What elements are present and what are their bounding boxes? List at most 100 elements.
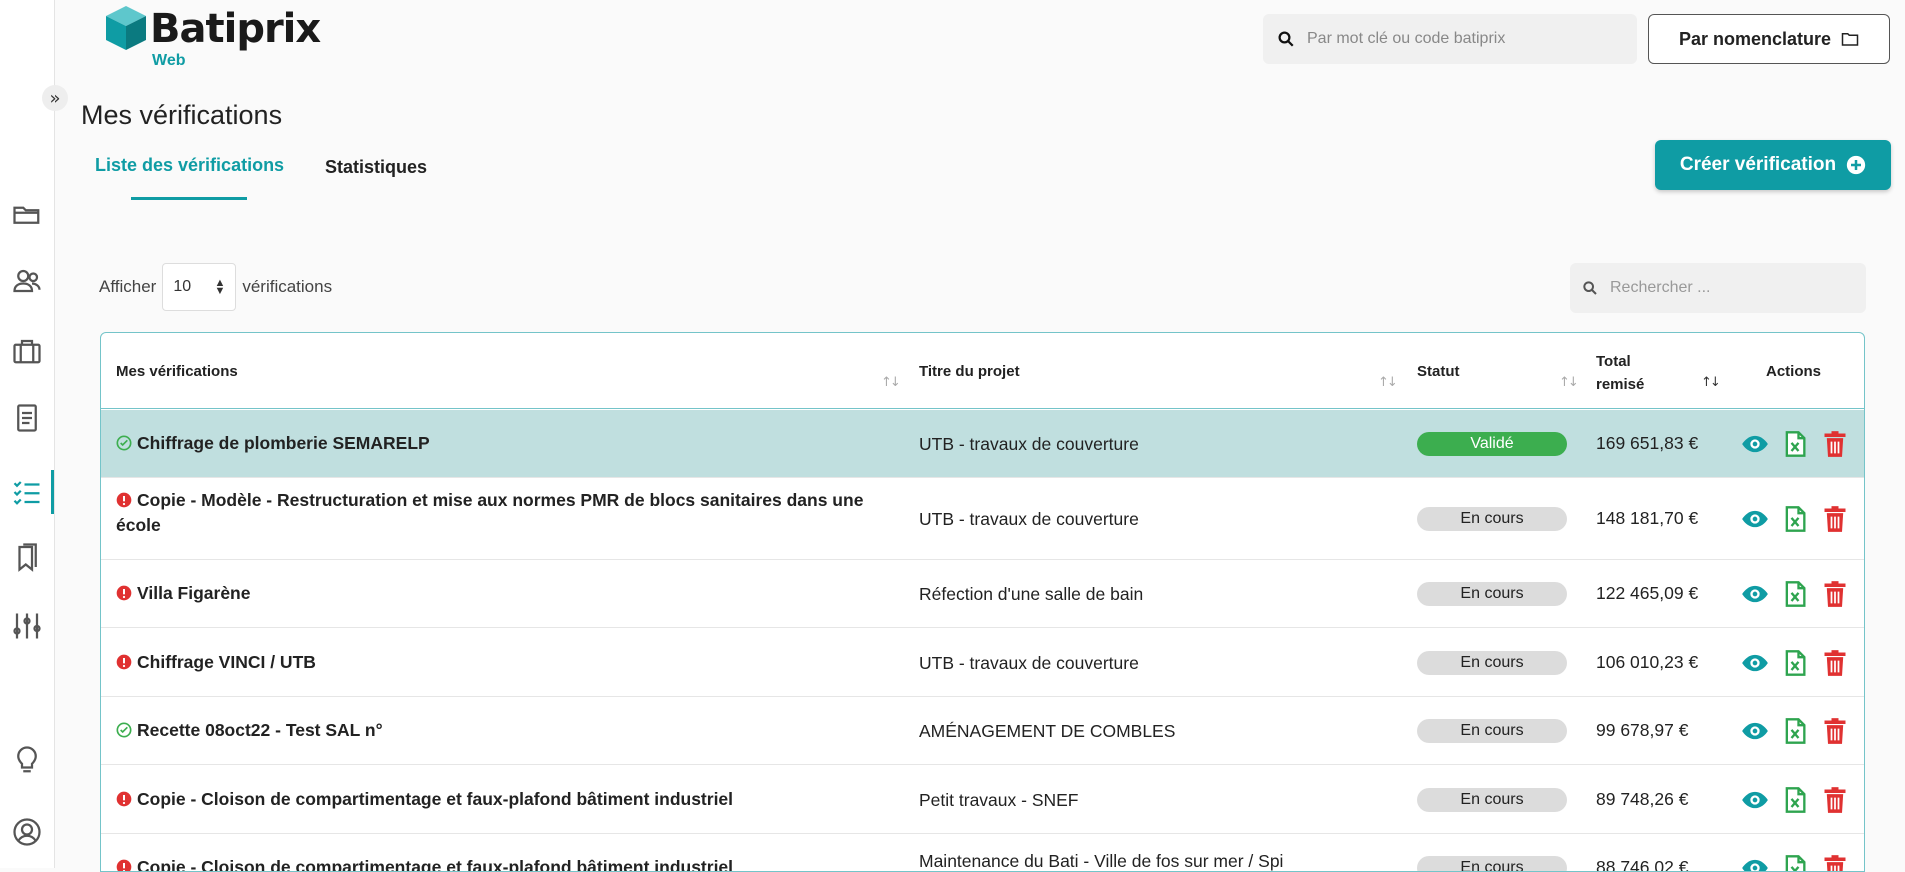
- eye-icon[interactable]: [1741, 649, 1769, 677]
- sort-icon[interactable]: ↑↓: [881, 375, 901, 390]
- checklist-icon[interactable]: [10, 475, 44, 509]
- folder-icon[interactable]: [10, 197, 44, 231]
- column-header-actions: Actions: [1766, 363, 1822, 380]
- excel-export-icon[interactable]: [1781, 580, 1809, 608]
- sort-icon[interactable]: ↑↓: [1378, 375, 1398, 390]
- row-actions: [1741, 786, 1849, 814]
- excel-export-icon[interactable]: [1781, 505, 1809, 533]
- table-row[interactable]: Copie - Modèle - Restructuration et mise…: [101, 478, 1864, 560]
- table-row[interactable]: Chiffrage VINCI / UTB UTB - travaux de c…: [101, 628, 1864, 697]
- verification-name[interactable]: Recette 08oct22 - Test SAL n°: [116, 718, 886, 743]
- lightbulb-icon[interactable]: [10, 743, 44, 777]
- alert-circle-icon: [116, 585, 132, 601]
- verification-name[interactable]: Copie - Cloison de compartimentage et fa…: [116, 855, 886, 872]
- global-search-input[interactable]: [1307, 30, 1627, 48]
- eye-icon[interactable]: [1741, 717, 1769, 745]
- show-suffix: vérifications: [242, 277, 333, 296]
- users-icon[interactable]: [10, 264, 44, 298]
- table-row[interactable]: Copie - Cloison de compartimentage et fa…: [101, 834, 1864, 872]
- eye-icon[interactable]: [1741, 786, 1769, 814]
- verification-name[interactable]: Villa Figarène: [116, 581, 886, 606]
- verification-name-text: Chiffrage de plomberie SEMARELP: [137, 433, 430, 453]
- table-row[interactable]: Villa Figarène Réfection d'une salle de …: [101, 560, 1864, 628]
- trash-icon[interactable]: [1821, 717, 1849, 745]
- bookmarks-icon[interactable]: [10, 540, 44, 574]
- row-actions: [1741, 717, 1849, 745]
- document-icon[interactable]: [10, 401, 44, 435]
- nomenclature-button[interactable]: Par nomenclature: [1648, 14, 1890, 64]
- status-badge: En cours: [1417, 582, 1567, 606]
- sort-desc-icon[interactable]: ↑↓: [1701, 375, 1721, 390]
- total-amount: 122 465,09 €: [1596, 583, 1699, 603]
- sort-icon[interactable]: ↑↓: [1559, 375, 1579, 390]
- column-header-status[interactable]: Statut: [1417, 363, 1460, 380]
- page-size-select[interactable]: 10 ▲ ▼: [162, 263, 237, 311]
- trash-icon[interactable]: [1821, 649, 1849, 677]
- trash-icon[interactable]: [1821, 854, 1849, 872]
- alert-circle-icon: [116, 859, 132, 871]
- project-title: Petit travaux - SNEF: [919, 790, 1079, 810]
- select-arrows-icon: ▲ ▼: [214, 277, 226, 297]
- create-verification-label: Créer vérification: [1679, 154, 1837, 175]
- status-badge: En cours: [1417, 507, 1567, 531]
- total-amount: 148 181,70 €: [1596, 508, 1699, 528]
- active-tab-indicator: [131, 197, 247, 200]
- cube-logo-icon: [106, 6, 146, 50]
- verification-name-text: Chiffrage VINCI / UTB: [137, 652, 316, 672]
- sliders-icon[interactable]: [10, 609, 44, 643]
- excel-export-icon[interactable]: [1781, 786, 1809, 814]
- sidebar-toggle-button[interactable]: »: [42, 85, 68, 111]
- briefcase-icon[interactable]: [10, 334, 44, 368]
- project-title: Réfection d'une salle de bain: [919, 584, 1144, 604]
- column-header-total-line1[interactable]: Total: [1596, 353, 1631, 370]
- trash-icon[interactable]: [1821, 580, 1849, 608]
- eye-icon[interactable]: [1741, 854, 1769, 872]
- tab-statistics[interactable]: Statistiques: [325, 157, 427, 178]
- verification-name[interactable]: Chiffrage de plomberie SEMARELP: [116, 431, 886, 456]
- table-row[interactable]: Copie - Cloison de compartimentage et fa…: [101, 765, 1864, 834]
- project-title: UTB - travaux de couverture: [919, 509, 1139, 529]
- trash-icon[interactable]: [1821, 786, 1849, 814]
- table-row[interactable]: Chiffrage de plomberie SEMARELP UTB - tr…: [101, 410, 1864, 478]
- page-title: Mes vérifications: [81, 100, 283, 130]
- profile-icon[interactable]: [10, 815, 44, 849]
- project-title: Maintenance du Bati - Ville de fos sur m…: [919, 851, 1284, 871]
- row-actions: [1741, 580, 1849, 608]
- table-header: Mes vérifications ↑↓ Titre du projet ↑↓ …: [101, 333, 1864, 409]
- column-header-name[interactable]: Mes vérifications: [116, 363, 238, 380]
- verification-name[interactable]: Chiffrage VINCI / UTB: [116, 650, 886, 675]
- status-badge: En cours: [1417, 788, 1567, 812]
- app-logo[interactable]: Batiprix Web: [104, 4, 321, 69]
- alert-circle-icon: [116, 791, 132, 807]
- eye-icon[interactable]: [1741, 580, 1769, 608]
- trash-icon[interactable]: [1821, 430, 1849, 458]
- create-verification-button[interactable]: Créer vérification: [1655, 140, 1891, 190]
- nomenclature-button-label: Par nomenclature: [1678, 28, 1832, 49]
- verification-name[interactable]: Copie - Modèle - Restructuration et mise…: [116, 488, 886, 538]
- excel-export-icon[interactable]: [1781, 430, 1809, 458]
- verification-name-text: Recette 08oct22 - Test SAL n°: [137, 720, 383, 740]
- column-header-project[interactable]: Titre du projet: [919, 363, 1020, 380]
- excel-export-icon[interactable]: [1781, 854, 1809, 872]
- folder-icon: [1841, 33, 1859, 46]
- tab-verifications-list[interactable]: Liste des vérifications: [95, 155, 284, 176]
- alert-circle-icon: [116, 492, 132, 508]
- trash-icon[interactable]: [1821, 505, 1849, 533]
- table-search-input[interactable]: [1610, 279, 1850, 297]
- table-row[interactable]: Recette 08oct22 - Test SAL n° AMÉNAGEMEN…: [101, 697, 1864, 765]
- sidebar-active-indicator: [51, 470, 54, 514]
- total-amount: 106 010,23 €: [1596, 652, 1699, 672]
- project-title: AMÉNAGEMENT DE COMBLES: [919, 721, 1176, 741]
- table-search[interactable]: [1570, 263, 1866, 313]
- eye-icon[interactable]: [1741, 505, 1769, 533]
- check-circle-icon: [116, 722, 132, 738]
- verification-name-text: Copie - Cloison de compartimentage et fa…: [137, 857, 734, 872]
- verification-name[interactable]: Copie - Cloison de compartimentage et fa…: [116, 787, 886, 812]
- excel-export-icon[interactable]: [1781, 717, 1809, 745]
- eye-icon[interactable]: [1741, 430, 1769, 458]
- show-label: Afficher: [99, 277, 157, 296]
- excel-export-icon[interactable]: [1781, 649, 1809, 677]
- page-size-value: 10: [173, 278, 192, 295]
- global-search[interactable]: [1263, 14, 1637, 64]
- column-header-total-line2[interactable]: remisé: [1596, 376, 1644, 393]
